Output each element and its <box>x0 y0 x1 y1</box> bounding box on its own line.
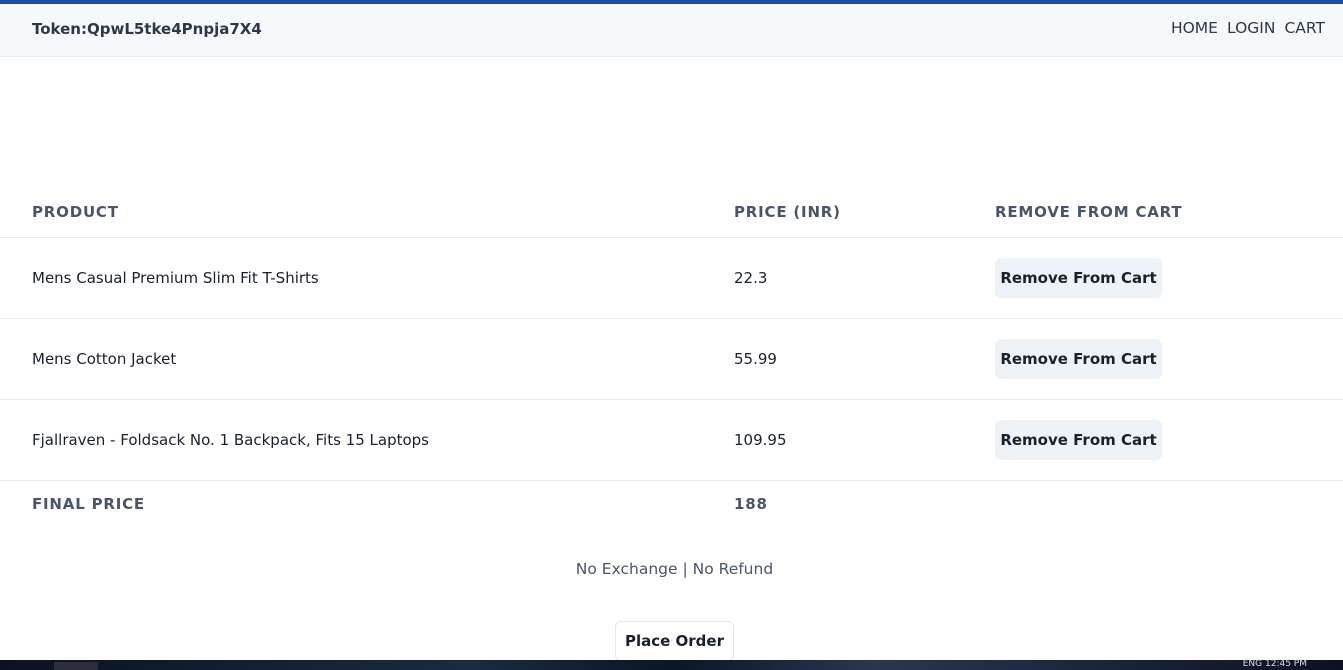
table-footer-row: FINAL PRICE 188 <box>0 481 1343 531</box>
final-price-value: 188 <box>734 495 768 513</box>
table-row: Mens Casual Premium Slim Fit T-Shirts 22… <box>0 238 1343 319</box>
product-name: Fjallraven - Foldsack No. 1 Backpack, Fi… <box>32 431 429 449</box>
remove-from-cart-button[interactable]: Remove From Cart <box>995 339 1162 379</box>
column-header-product: PRODUCT <box>32 203 119 221</box>
product-price: 22.3 <box>734 269 768 287</box>
final-price-label: FINAL PRICE <box>32 495 145 513</box>
product-price: 109.95 <box>734 431 787 449</box>
taskbar-tray: ENG 12:45 PM <box>1242 659 1307 669</box>
remove-from-cart-button[interactable]: Remove From Cart <box>995 258 1162 298</box>
product-name: Mens Casual Premium Slim Fit T-Shirts <box>32 269 319 287</box>
os-taskbar: ENG 12:45 PM <box>0 660 1343 670</box>
nav-home-link[interactable]: HOME <box>1171 19 1218 37</box>
column-header-remove: REMOVE FROM CART <box>995 203 1183 221</box>
product-name: Mens Cotton Jacket <box>32 350 177 368</box>
table-header-row: PRODUCT PRICE (INR) REMOVE FROM CART <box>0 185 1343 238</box>
nav-cart-link[interactable]: CART <box>1284 19 1325 37</box>
navbar: Token:QpwL5tke4Pnpja7X4 HOME LOGIN CART <box>0 4 1343 57</box>
remove-from-cart-button[interactable]: Remove From Cart <box>995 420 1162 460</box>
product-price: 55.99 <box>734 350 777 368</box>
place-order-button[interactable]: Place Order <box>615 621 734 661</box>
nav-login-link[interactable]: LOGIN <box>1227 19 1275 37</box>
cart-table: PRODUCT PRICE (INR) REMOVE FROM CART Men… <box>0 185 1343 531</box>
taskbar-app-icon[interactable] <box>54 662 98 670</box>
policy-text: No Exchange | No Refund <box>575 560 774 578</box>
table-row: Fjallraven - Foldsack No. 1 Backpack, Fi… <box>0 400 1343 481</box>
nav-links: HOME LOGIN CART <box>1171 19 1325 37</box>
table-row: Mens Cotton Jacket 55.99 Remove From Car… <box>0 319 1343 400</box>
column-header-price: PRICE (INR) <box>734 203 841 221</box>
token-label: Token:QpwL5tke4Pnpja7X4 <box>32 20 262 38</box>
